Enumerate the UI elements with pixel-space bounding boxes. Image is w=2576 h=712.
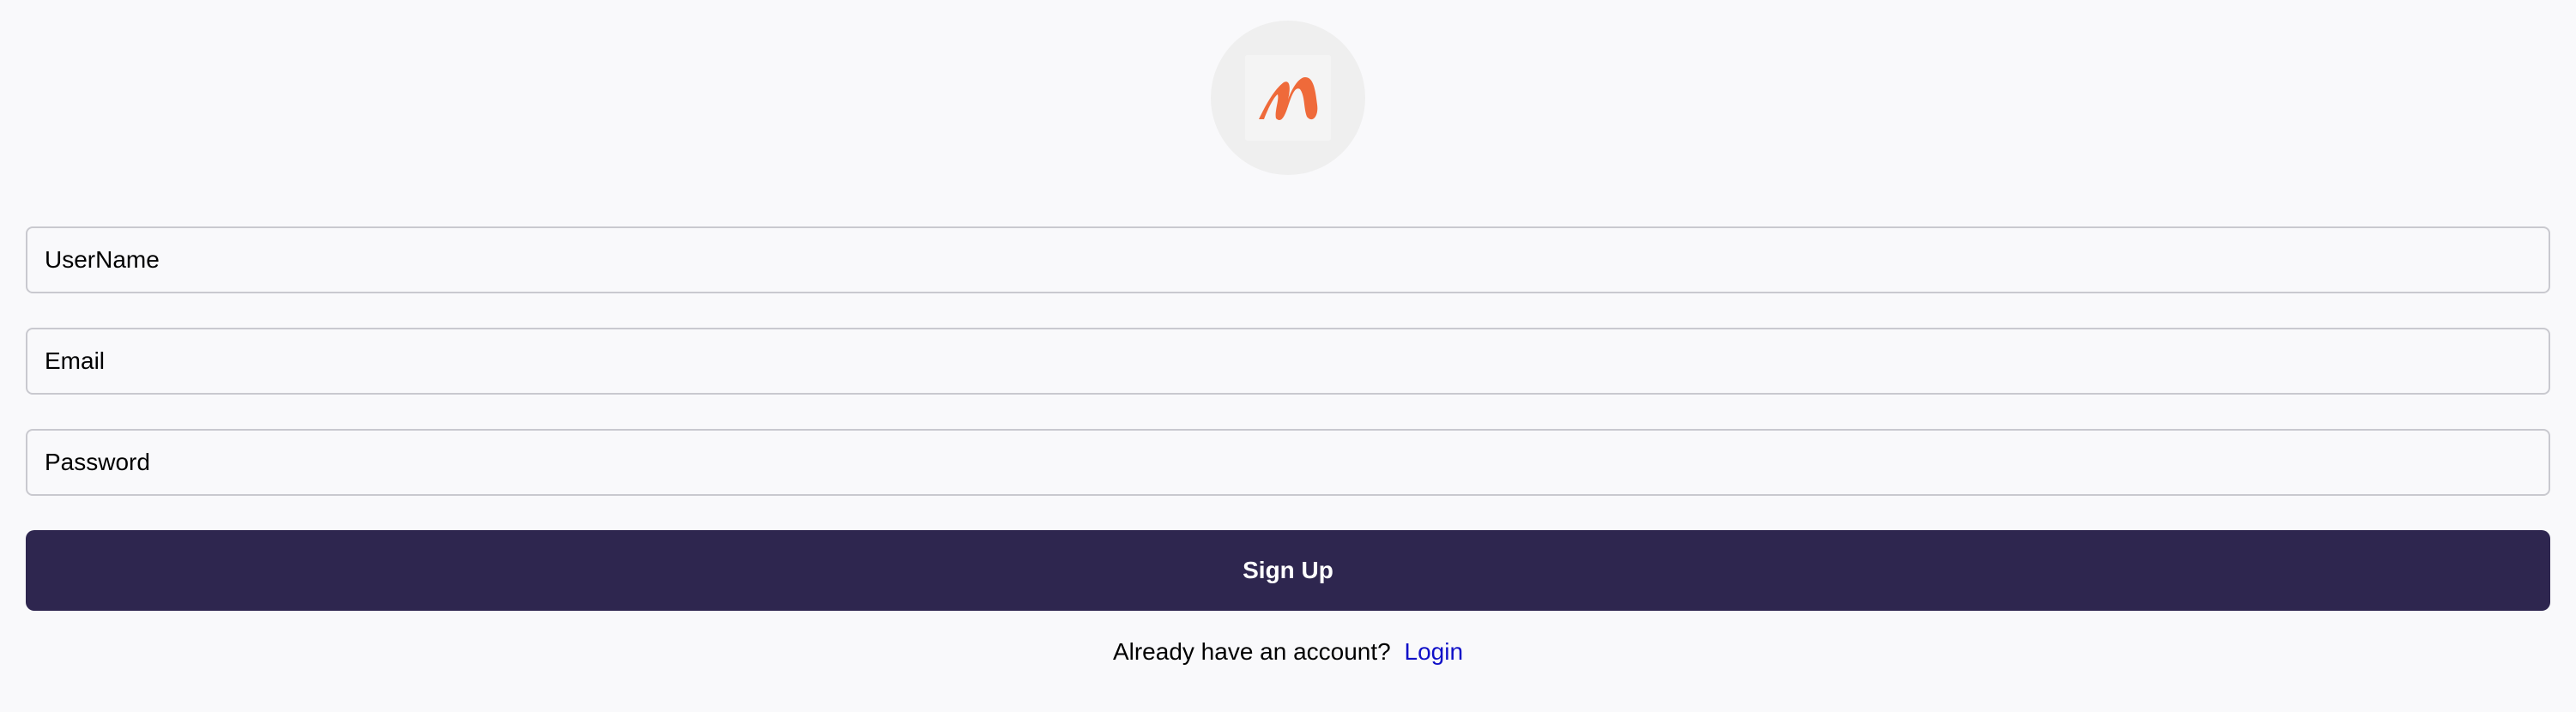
login-prompt-row: Already have an account? Login <box>0 635 2576 669</box>
password-input[interactable] <box>26 429 2550 496</box>
sign-up-button[interactable]: Sign Up <box>26 530 2550 611</box>
login-prompt-text: Already have an account? <box>1112 638 1391 665</box>
login-link[interactable]: Login <box>1405 638 1464 665</box>
brand-logo-icon <box>1259 77 1318 121</box>
logo-avatar <box>1211 21 1365 175</box>
signup-page: Sign Up Already have an account? Login <box>0 0 2576 712</box>
username-input[interactable] <box>26 226 2550 293</box>
logo-tile <box>1245 55 1331 141</box>
email-input[interactable] <box>26 328 2550 395</box>
